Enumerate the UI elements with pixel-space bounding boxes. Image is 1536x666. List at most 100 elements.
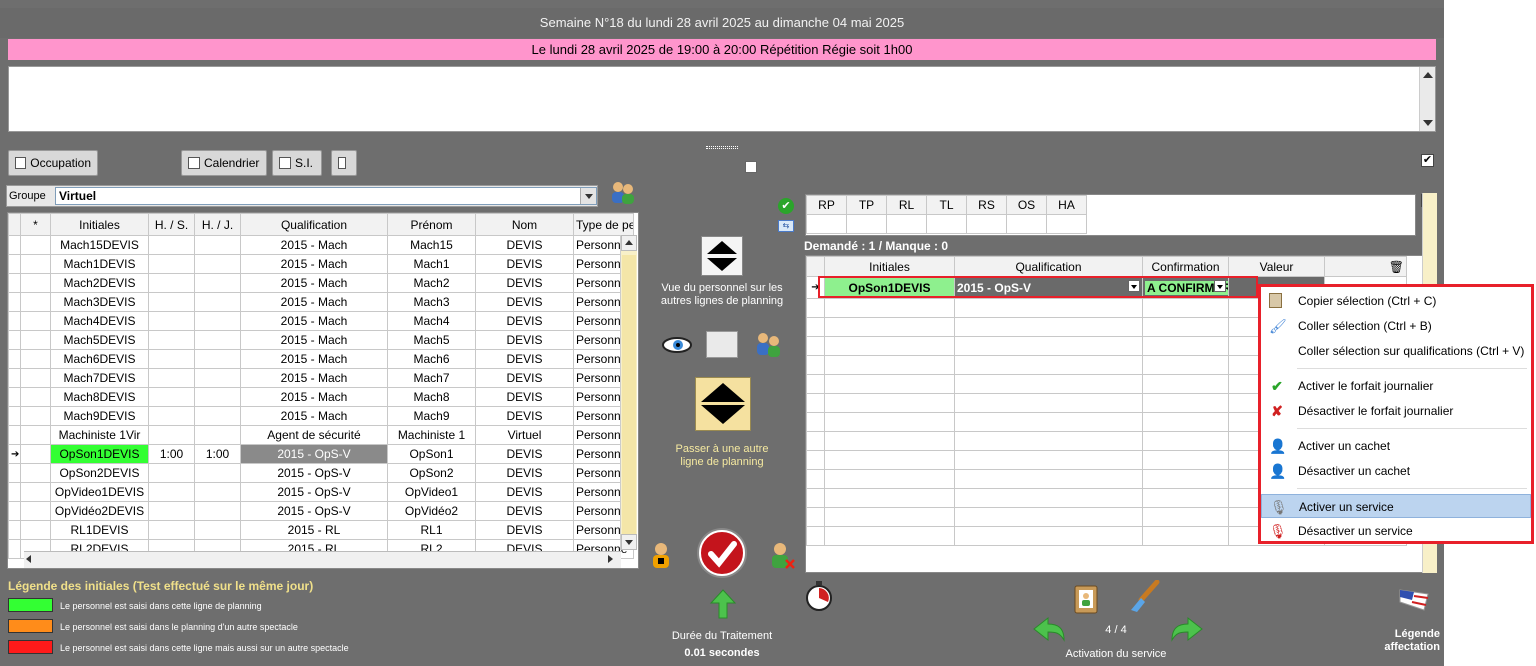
cell-initiales[interactable]: Mach4DEVIS [50, 311, 149, 331]
cell-nom[interactable]: DEVIS [475, 330, 574, 350]
cell-hj[interactable] [194, 387, 241, 407]
blank-toggle-icon[interactable] [706, 331, 738, 358]
right-col-valeur[interactable]: Valeur [1228, 256, 1325, 277]
cell-prenom[interactable]: OpSon2 [387, 463, 476, 483]
cell-initiales[interactable]: OpVidéo2DEVIS [50, 501, 149, 521]
cell-hj[interactable] [194, 520, 241, 540]
team-icon[interactable] [752, 329, 784, 359]
cell-hj[interactable]: 1:00 [194, 444, 241, 464]
brush-icon[interactable] [1127, 579, 1161, 614]
menu-desactiver-forfait[interactable]: ✘ Désactiver le forfait journalier [1261, 399, 1531, 423]
cell-qualification[interactable]: 2015 - Mach [240, 273, 388, 293]
col-header-initiales[interactable]: Initiales [50, 213, 149, 236]
green-check-icon[interactable]: ✔ [778, 198, 794, 214]
cell-qualification[interactable]: 2015 - Mach [240, 292, 388, 312]
menu-activer-service[interactable]: 🎙 Activer un service [1261, 494, 1531, 518]
right-col-confirmation[interactable]: Confirmation [1142, 256, 1229, 277]
extra-toggle[interactable] [331, 150, 357, 176]
cell-qualification[interactable]: 2015 - Mach [240, 368, 388, 388]
row-pointer[interactable] [8, 387, 21, 407]
cell-nom[interactable]: Virtuel [475, 425, 574, 445]
cell-nom[interactable]: DEVIS [475, 387, 574, 407]
cell-prenom[interactable]: Mach1 [387, 254, 476, 274]
calendrier-toggle[interactable]: Calendrier [181, 150, 267, 176]
row-star[interactable] [20, 463, 51, 483]
cell-initiales[interactable]: OpSon1DEVIS [50, 444, 149, 464]
cell-initiales[interactable]: Mach6DEVIS [50, 349, 149, 369]
cell-prenom[interactable]: Machiniste 1 [387, 425, 476, 445]
cell-prenom[interactable]: Mach4 [387, 311, 476, 331]
row-star[interactable] [20, 235, 51, 255]
table-row[interactable]: Mach2DEVIS 2015 - Mach Mach2 DEVIS Personne [8, 273, 634, 293]
cell-hs[interactable] [148, 349, 195, 369]
next-arrow-icon[interactable] [1170, 616, 1204, 642]
cell-qualification[interactable]: 2015 - RL [240, 520, 388, 540]
cell-hj[interactable] [194, 501, 241, 521]
cell-hj[interactable] [194, 482, 241, 502]
cell-qualification[interactable]: 2015 - OpS-V [240, 482, 388, 502]
cell-hs[interactable] [148, 501, 195, 521]
cell-nom[interactable]: DEVIS [475, 501, 574, 521]
cell-qualification[interactable]: 2015 - Mach [240, 387, 388, 407]
cell-initiales[interactable]: Mach8DEVIS [50, 387, 149, 407]
menu-activer-forfait[interactable]: ✔ Activer le forfait journalier [1261, 374, 1531, 398]
cell-initiales[interactable]: Machiniste 1Vir [50, 425, 149, 445]
cell-hj[interactable] [194, 273, 241, 293]
row-pointer[interactable] [8, 292, 21, 312]
sync-icon[interactable]: ⇆ [778, 220, 794, 232]
cell-hj[interactable] [194, 235, 241, 255]
cell-initiales[interactable]: Mach5DEVIS [50, 330, 149, 350]
cell-prenom[interactable]: OpSon1 [387, 444, 476, 464]
row-pointer[interactable] [8, 539, 21, 559]
cell-hs[interactable] [148, 520, 195, 540]
row-pointer[interactable] [8, 311, 21, 331]
cell-hs[interactable] [148, 368, 195, 388]
row-star[interactable] [20, 292, 51, 312]
cell-prenom[interactable]: Mach3 [387, 292, 476, 312]
right-col-qualification[interactable]: Qualification [954, 256, 1143, 277]
row-star[interactable] [20, 349, 51, 369]
cell-prenom[interactable]: Mach8 [387, 387, 476, 407]
si-toggle[interactable]: S.I. [272, 150, 322, 176]
cell-qualification[interactable]: 2015 - Mach [240, 235, 388, 255]
cell-hj[interactable] [194, 254, 241, 274]
cell-prenom[interactable]: Mach5 [387, 330, 476, 350]
menu-desactiver-service[interactable]: 🎙 Désactiver un service [1261, 519, 1531, 543]
chevron-down-icon[interactable] [580, 188, 596, 204]
cell-qualification[interactable]: 2015 - Mach [240, 311, 388, 331]
cell-hs[interactable] [148, 387, 195, 407]
cell-initiales[interactable]: Mach2DEVIS [50, 273, 149, 293]
cell-hs[interactable] [148, 235, 195, 255]
left-grid-hscroll[interactable] [24, 551, 621, 568]
right-col-delete[interactable]: 🗑 [1324, 256, 1407, 277]
row-pointer[interactable] [8, 463, 21, 483]
row-pointer[interactable] [8, 368, 21, 388]
col-header-star[interactable]: * [20, 213, 51, 236]
menu-coller-qualifications[interactable]: Coller sélection sur qualifications (Ctr… [1261, 339, 1531, 363]
si-checkbox[interactable] [279, 157, 291, 169]
cell-hs[interactable] [148, 330, 195, 350]
occupation-toggle[interactable]: Occupation [8, 150, 98, 176]
cell-nom[interactable]: DEVIS [475, 292, 574, 312]
row-star[interactable] [20, 311, 51, 331]
col-header-nom[interactable]: Nom [475, 213, 574, 236]
prev-arrow-icon[interactable] [1032, 616, 1066, 642]
cell-qualification[interactable]: 2015 - OpS-V [240, 501, 388, 521]
menu-activer-cachet[interactable]: 👤 Activer un cachet [1261, 434, 1531, 458]
cell-hs[interactable] [148, 254, 195, 274]
cell-prenom[interactable]: OpVideo1 [387, 482, 476, 502]
cell-nom[interactable]: DEVIS [475, 520, 574, 540]
cell-nom[interactable]: DEVIS [475, 368, 574, 388]
row-star[interactable] [20, 444, 51, 464]
table-row[interactable]: ➔ OpSon1DEVIS 1:00 1:00 2015 - OpS-V OpSon1 DE… [8, 444, 634, 464]
cell-hj[interactable] [194, 330, 241, 350]
cell-prenom[interactable]: Mach6 [387, 349, 476, 369]
row-star[interactable] [20, 368, 51, 388]
cell-qualification[interactable]: Agent de sécurité [240, 425, 388, 445]
occupation-checkbox[interactable] [15, 157, 27, 169]
notes-scrollbar[interactable] [1419, 67, 1435, 131]
cell-hs[interactable] [148, 292, 195, 312]
splitter-handle[interactable] [706, 146, 738, 149]
cell-initiales[interactable]: Mach9DEVIS [50, 406, 149, 426]
cell-initiales[interactable]: Mach1DEVIS [50, 254, 149, 274]
